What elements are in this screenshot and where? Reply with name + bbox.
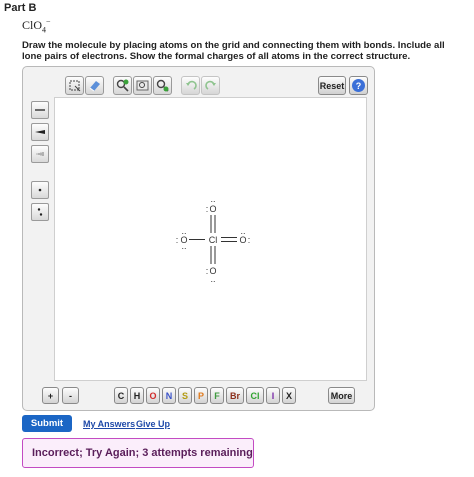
element-button-n[interactable]: N: [162, 387, 176, 404]
formula-charge: −: [46, 17, 51, 26]
wedge-bond-icon[interactable]: [31, 123, 49, 141]
double-bond-bottom[interactable]: [210, 246, 216, 264]
element-button-br[interactable]: Br: [226, 387, 244, 404]
single-electron-icon[interactable]: [31, 181, 49, 199]
double-bond-top[interactable]: [210, 215, 216, 233]
double-bond-right[interactable]: [221, 237, 237, 242]
right-oxygen-atom[interactable]: O: [239, 235, 246, 245]
feedback-message: Incorrect; Try Again; 3 attempts remaini…: [32, 447, 253, 459]
undo-icon[interactable]: [181, 76, 200, 95]
molecule-structure: Cl O : .. O : .. O : .. .. O : ..: [176, 194, 251, 284]
charge-plus-button[interactable]: +: [42, 387, 59, 404]
submit-button[interactable]: Submit: [22, 415, 72, 432]
redo-icon[interactable]: [201, 76, 220, 95]
part-label: Part B: [4, 2, 37, 14]
element-button-s[interactable]: S: [178, 387, 192, 404]
element-toolbar: + - C H O N S P F Br Cl I X More: [23, 385, 376, 407]
lone-pair-dots: :: [206, 204, 209, 214]
eraser-tool-icon[interactable]: [85, 76, 104, 95]
my-answers-link[interactable]: My Answers: [83, 419, 135, 429]
help-button[interactable]: ?: [349, 76, 368, 95]
fit-view-icon[interactable]: [133, 76, 152, 95]
element-button-c[interactable]: C: [114, 387, 128, 404]
top-oxygen-atom[interactable]: O: [209, 204, 216, 214]
single-bond-icon[interactable]: [31, 101, 49, 119]
element-button-x[interactable]: X: [282, 387, 296, 404]
lone-pair-dots: :: [176, 235, 179, 245]
reset-button[interactable]: Reset: [318, 76, 346, 95]
drawing-canvas[interactable]: Cl O : .. O : .. O : .. .. O : ..: [54, 97, 367, 381]
help-icon: ?: [352, 79, 365, 92]
question-formula: ClO4−: [22, 17, 51, 34]
element-button-o[interactable]: O: [146, 387, 160, 404]
instructions-text: Draw the molecule by placing atoms on th…: [22, 40, 445, 62]
drawing-panel: Reset ? Cl O : .. O : .. O: .. .. O: .…: [22, 66, 375, 411]
center-atom[interactable]: Cl: [209, 235, 218, 245]
lone-pair-dots: :: [206, 266, 209, 276]
hash-bond-icon[interactable]: [31, 145, 49, 163]
more-elements-button[interactable]: More: [328, 387, 355, 404]
charge-minus-button[interactable]: -: [62, 387, 79, 404]
lone-pair-dots: ..: [181, 241, 186, 251]
zoom-out-icon[interactable]: [153, 76, 172, 95]
element-button-i[interactable]: I: [266, 387, 280, 404]
select-tool-icon[interactable]: [65, 76, 84, 95]
lone-pair-dots: ..: [181, 226, 186, 236]
zoom-in-icon[interactable]: [113, 76, 132, 95]
lone-pair-dots: :: [248, 235, 251, 245]
lone-pair-dots: ..: [210, 194, 215, 204]
element-button-f[interactable]: F: [210, 387, 224, 404]
lone-pair-icon[interactable]: [31, 203, 49, 221]
lone-pair-dots: ..: [240, 226, 245, 236]
lone-pair-dots: ..: [210, 274, 215, 284]
top-toolbar: Reset ?: [29, 72, 369, 96]
element-button-cl[interactable]: Cl: [246, 387, 264, 404]
element-button-h[interactable]: H: [130, 387, 144, 404]
give-up-link[interactable]: Give Up: [136, 419, 170, 429]
formula-subscript: 4: [42, 25, 47, 35]
feedback-box: Incorrect; Try Again; 3 attempts remaini…: [22, 438, 254, 468]
element-button-p[interactable]: P: [194, 387, 208, 404]
formula-main: ClO: [22, 18, 43, 32]
